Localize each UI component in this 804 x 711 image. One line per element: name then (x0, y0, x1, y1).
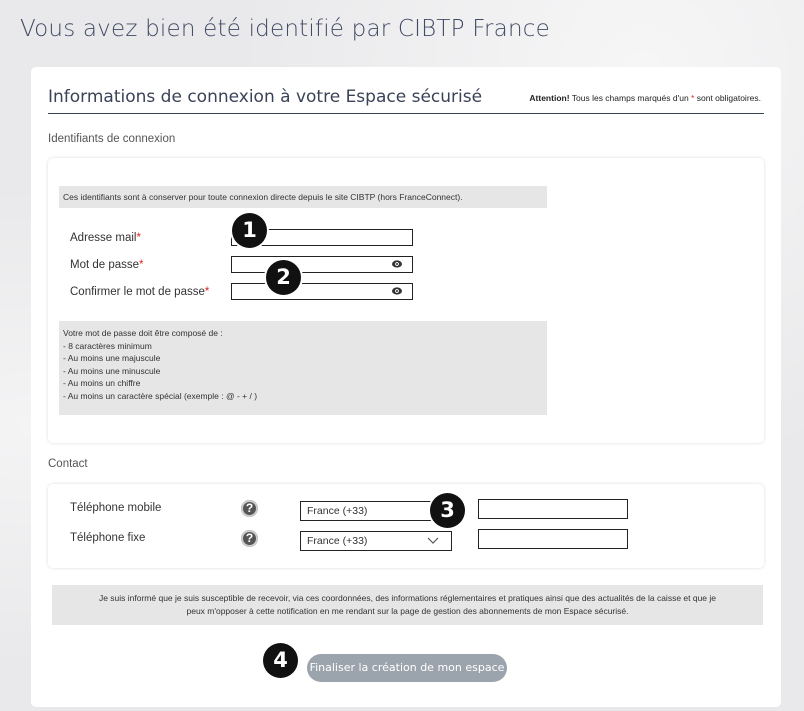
rule-line: - Au moins un chiffre (63, 378, 141, 388)
credentials-heading: Identifiants de connexion (48, 133, 176, 145)
required-mark: * (136, 232, 141, 244)
page-title: Vous avez bien été identifié par CIBTP F… (20, 16, 550, 42)
confirm-password-input[interactable] (231, 283, 413, 300)
step-badge: 1 (232, 213, 267, 248)
country-value: France (+33) (307, 535, 368, 547)
chevron-down-icon (427, 537, 439, 544)
rule-line: Votre mot de passe doit être composé de … (63, 328, 223, 338)
mobile-number-input[interactable] (478, 499, 628, 519)
rule-line: - Au moins un caractère spécial (exemple… (63, 390, 258, 401)
step-badge: 2 (266, 260, 301, 295)
fixe-label: Téléphone fixe (70, 532, 146, 544)
eye-icon[interactable] (392, 260, 402, 268)
country-value: France (+33) (307, 505, 368, 517)
email-label-text: Adresse mail (70, 232, 137, 244)
help-icon[interactable]: ? (241, 500, 258, 517)
contact-heading: Contact (48, 458, 88, 470)
finish-button[interactable]: Finaliser la création de mon espace (307, 654, 507, 682)
notification-notice: Je suis informé que je suis susceptible … (52, 585, 763, 625)
required-fields-notice: Attention! Tous les champs marqués d'un … (529, 93, 761, 103)
fixe-number-input[interactable] (478, 529, 628, 549)
confirm-password-label: Confirmer le mot de passe* (70, 286, 209, 298)
step-badge: 4 (263, 643, 298, 678)
email-label: Adresse mail* (70, 232, 141, 244)
mobile-label: Téléphone mobile (70, 502, 162, 514)
notice-line: Je suis informé que je suis susceptible … (98, 593, 717, 603)
required-mark: * (139, 259, 144, 271)
notice-line: peux m'opposer à cette notification en m… (186, 606, 629, 616)
confirm-label-text: Confirmer le mot de passe (70, 286, 205, 298)
attention-post: sont obligatoires. (696, 93, 761, 103)
attention-star: * (691, 93, 695, 103)
credentials-note: Ces identifiants sont à conserver pour t… (59, 186, 547, 208)
password-rules: Votre mot de passe doit être composé de … (59, 321, 547, 415)
password-input[interactable] (231, 256, 413, 273)
rule-line: - 8 caractères minimum (63, 340, 152, 351)
section-divider (48, 113, 764, 114)
eye-icon[interactable] (392, 287, 402, 295)
attention-pre: Tous les champs marqués d'un (571, 93, 689, 103)
contact-panel (48, 484, 764, 568)
password-label-text: Mot de passe (70, 259, 140, 271)
required-mark: * (204, 286, 210, 298)
rule-line: - Au moins une minuscule (63, 365, 161, 376)
rule-line: - Au moins une majuscule (63, 353, 161, 363)
step-badge: 3 (430, 493, 465, 528)
attention-strong: Attention! (529, 93, 570, 103)
section-title: Informations de connexion à votre Espace… (48, 87, 483, 107)
fixe-country-select[interactable]: France (+33) (300, 531, 452, 551)
help-icon[interactable]: ? (241, 530, 258, 547)
password-label: Mot de passe* (70, 259, 144, 271)
